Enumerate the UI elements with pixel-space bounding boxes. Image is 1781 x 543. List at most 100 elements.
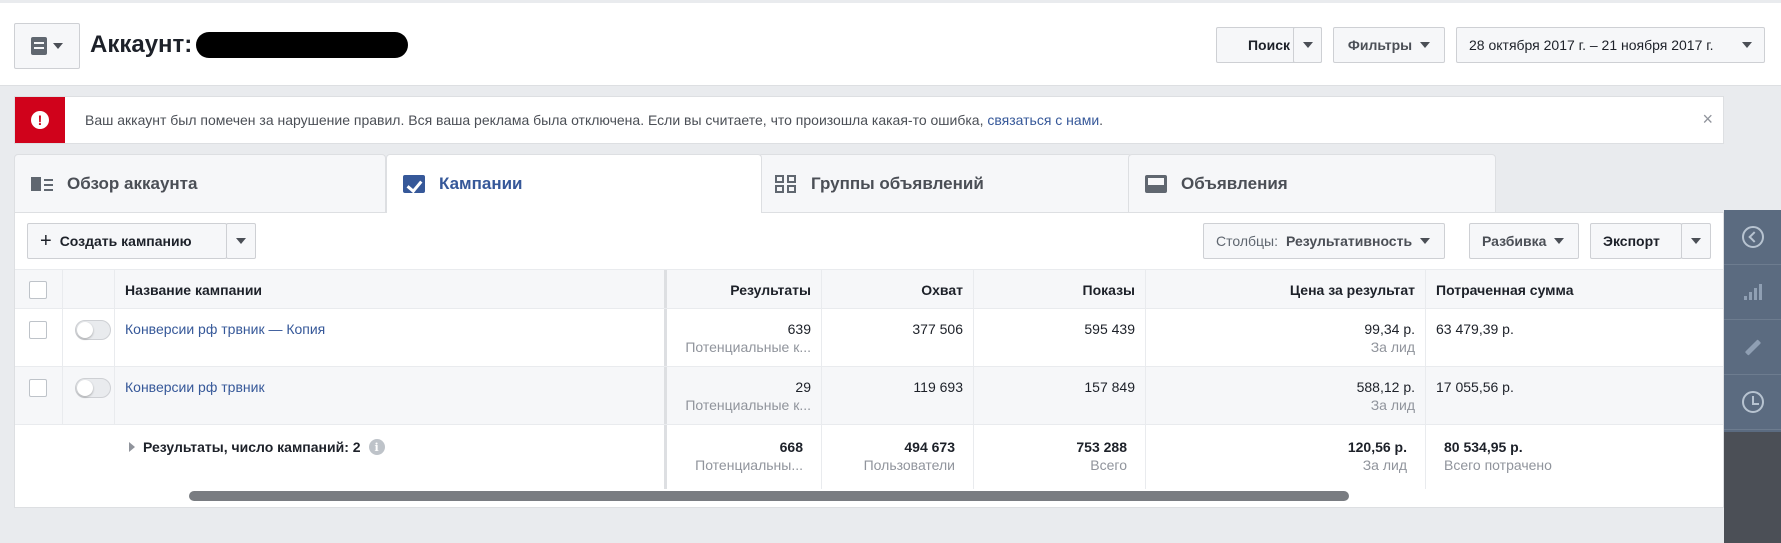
results-cell: 639 Потенциальные к... xyxy=(667,309,822,366)
date-range-label: 28 октября 2017 г. – 21 ноября 2017 г. xyxy=(1469,37,1714,53)
create-campaign-button[interactable]: + Создать кампанию xyxy=(27,223,227,259)
tab-campaigns[interactable]: Кампании xyxy=(386,154,762,213)
total-impressions-type: Всего xyxy=(1090,457,1127,473)
reach-cell: 119 693 xyxy=(822,367,974,424)
campaign-name-cell: Конверсии рф трвник — Копия xyxy=(115,309,667,366)
search-options-button[interactable] xyxy=(1293,27,1322,63)
horizontal-scrollbar[interactable] xyxy=(189,491,1349,501)
tab-label: Кампании xyxy=(439,174,523,193)
campaign-name-cell: Конверсии рф трвник xyxy=(115,367,667,424)
account-menu-button[interactable] xyxy=(14,23,80,69)
chevron-down-icon xyxy=(1554,238,1565,244)
cost-per-result-cell: 99,34 р. За лид xyxy=(1146,309,1426,366)
filters-button[interactable]: Фильтры xyxy=(1333,27,1445,63)
row-select-cell xyxy=(15,367,63,424)
plus-icon: + xyxy=(40,230,52,252)
total-reach-type: Пользователи xyxy=(863,457,955,473)
collapse-rail-button[interactable] xyxy=(1724,210,1781,265)
totals-expander[interactable]: Результаты, число кампаний: 2 i xyxy=(129,439,385,455)
create-campaign-label: Создать кампанию xyxy=(59,233,192,249)
cost-per-result-type: За лид xyxy=(1370,397,1415,413)
total-impressions-value: 753 288 xyxy=(1076,439,1127,455)
tab-label: Обзор аккаунта xyxy=(67,173,198,193)
export-label: Экспорт xyxy=(1603,233,1660,249)
cost-per-result-value: 99,34 р. xyxy=(1364,321,1415,337)
total-amount-spent-value: 80 534,95 р. xyxy=(1444,439,1523,455)
overview-icon xyxy=(31,175,53,193)
exclamation-icon: ! xyxy=(31,111,49,129)
amount-spent-value: 17 055,56 р. xyxy=(1436,379,1514,395)
impressions-value: 157 849 xyxy=(1084,379,1135,395)
row-checkbox[interactable] xyxy=(29,321,47,339)
campaign-status-toggle[interactable] xyxy=(75,320,111,340)
impressions-cell: 595 439 xyxy=(974,309,1146,366)
cost-per-result-cell: 588,12 р. За лид xyxy=(1146,367,1426,424)
tab-ad-sets[interactable]: Группы объявлений xyxy=(758,154,1132,212)
account-label: Аккаунт: xyxy=(90,31,193,58)
tab-account-overview[interactable]: Обзор аккаунта xyxy=(14,154,386,212)
close-icon[interactable]: × xyxy=(1702,109,1713,130)
info-icon[interactable]: i xyxy=(368,439,385,455)
total-cost-per-result-cell: 120,56 р. За лид xyxy=(1146,425,1426,489)
chevron-down-icon xyxy=(1420,42,1431,48)
column-header-results[interactable]: Результаты xyxy=(667,270,822,308)
campaign-status-toggle[interactable] xyxy=(75,378,111,398)
policy-alert: ! Ваш аккаунт был помечен за нарушение п… xyxy=(14,96,1724,144)
column-header-cost-per-result[interactable]: Цена за результат xyxy=(1146,270,1426,308)
results-type: Потенциальные к... xyxy=(685,339,811,355)
breakdown-label: Разбивка xyxy=(1482,233,1547,249)
alert-message: Ваш аккаунт был помечен за нарушение пра… xyxy=(85,112,1103,128)
clock-icon xyxy=(1741,391,1764,413)
right-side-rail xyxy=(1724,210,1781,543)
campaign-name-link[interactable]: Конверсии рф трвник — Копия xyxy=(125,321,654,337)
chevron-left-circle-icon xyxy=(1741,226,1764,248)
history-button[interactable] xyxy=(1724,375,1781,430)
results-cell: 29 Потенциальные к... xyxy=(667,367,822,424)
total-reach-cell: 494 673 Пользователи xyxy=(822,425,974,489)
redacted-account-name xyxy=(196,32,409,58)
contact-us-link[interactable]: связаться с нами xyxy=(987,112,1099,128)
row-toggle-cell xyxy=(63,367,115,424)
reach-value: 377 506 xyxy=(912,321,963,337)
breakdown-dropdown[interactable]: Разбивка xyxy=(1469,223,1579,259)
chevron-down-icon xyxy=(236,238,246,244)
alert-icon-box: ! xyxy=(15,97,65,143)
document-icon xyxy=(31,37,47,55)
total-results-cell: 668 Потенциальны... xyxy=(667,425,822,489)
select-all-cell xyxy=(15,270,63,308)
tab-label: Объявления xyxy=(1181,173,1288,193)
alert-text: Ваш аккаунт был помечен за нарушение пра… xyxy=(85,112,988,128)
column-header-reach[interactable]: Охват xyxy=(822,270,974,308)
top-header: Аккаунт: Поиск Фильтры 28 октября 2017 г… xyxy=(0,0,1781,86)
column-header-amount-spent[interactable]: Потраченная сумма xyxy=(1426,270,1723,308)
tab-ads[interactable]: Объявления xyxy=(1128,154,1496,212)
toggle-header-cell xyxy=(63,270,115,308)
totals-spacer xyxy=(15,425,63,489)
insights-button[interactable] xyxy=(1724,265,1781,320)
total-reach-value: 494 673 xyxy=(904,439,955,455)
search-label: Поиск xyxy=(1247,37,1290,53)
rail-tools xyxy=(1724,210,1781,432)
columns-prefix: Столбцы: xyxy=(1216,233,1279,249)
column-header-impressions[interactable]: Показы xyxy=(974,270,1146,308)
export-button[interactable]: Экспорт xyxy=(1590,223,1682,259)
column-header-name[interactable]: Название кампании xyxy=(115,270,667,308)
total-amount-spent-type: Всего потрачено xyxy=(1444,457,1552,473)
campaign-name-link[interactable]: Конверсии рф трвник xyxy=(125,379,654,395)
row-checkbox[interactable] xyxy=(29,379,47,397)
chevron-down-icon xyxy=(1742,42,1752,48)
date-range-picker[interactable]: 28 октября 2017 г. – 21 ноября 2017 г. xyxy=(1456,27,1765,63)
alert-tail: . xyxy=(1099,112,1104,128)
create-options-button[interactable] xyxy=(226,223,256,259)
bar-chart-icon xyxy=(1743,284,1762,300)
checkbox-checked-icon xyxy=(403,175,425,193)
select-all-checkbox[interactable] xyxy=(29,281,47,299)
edit-button[interactable] xyxy=(1724,320,1781,375)
total-results-type: Потенциальны... xyxy=(695,457,803,473)
columns-dropdown[interactable]: Столбцы: Результативность xyxy=(1203,223,1445,259)
amount-spent-cell: 17 055,56 р. xyxy=(1426,367,1723,424)
results-value: 29 xyxy=(795,379,811,395)
export-options-button[interactable] xyxy=(1681,223,1711,259)
chevron-down-icon xyxy=(1691,238,1701,244)
columns-value: Результативность xyxy=(1286,233,1413,249)
